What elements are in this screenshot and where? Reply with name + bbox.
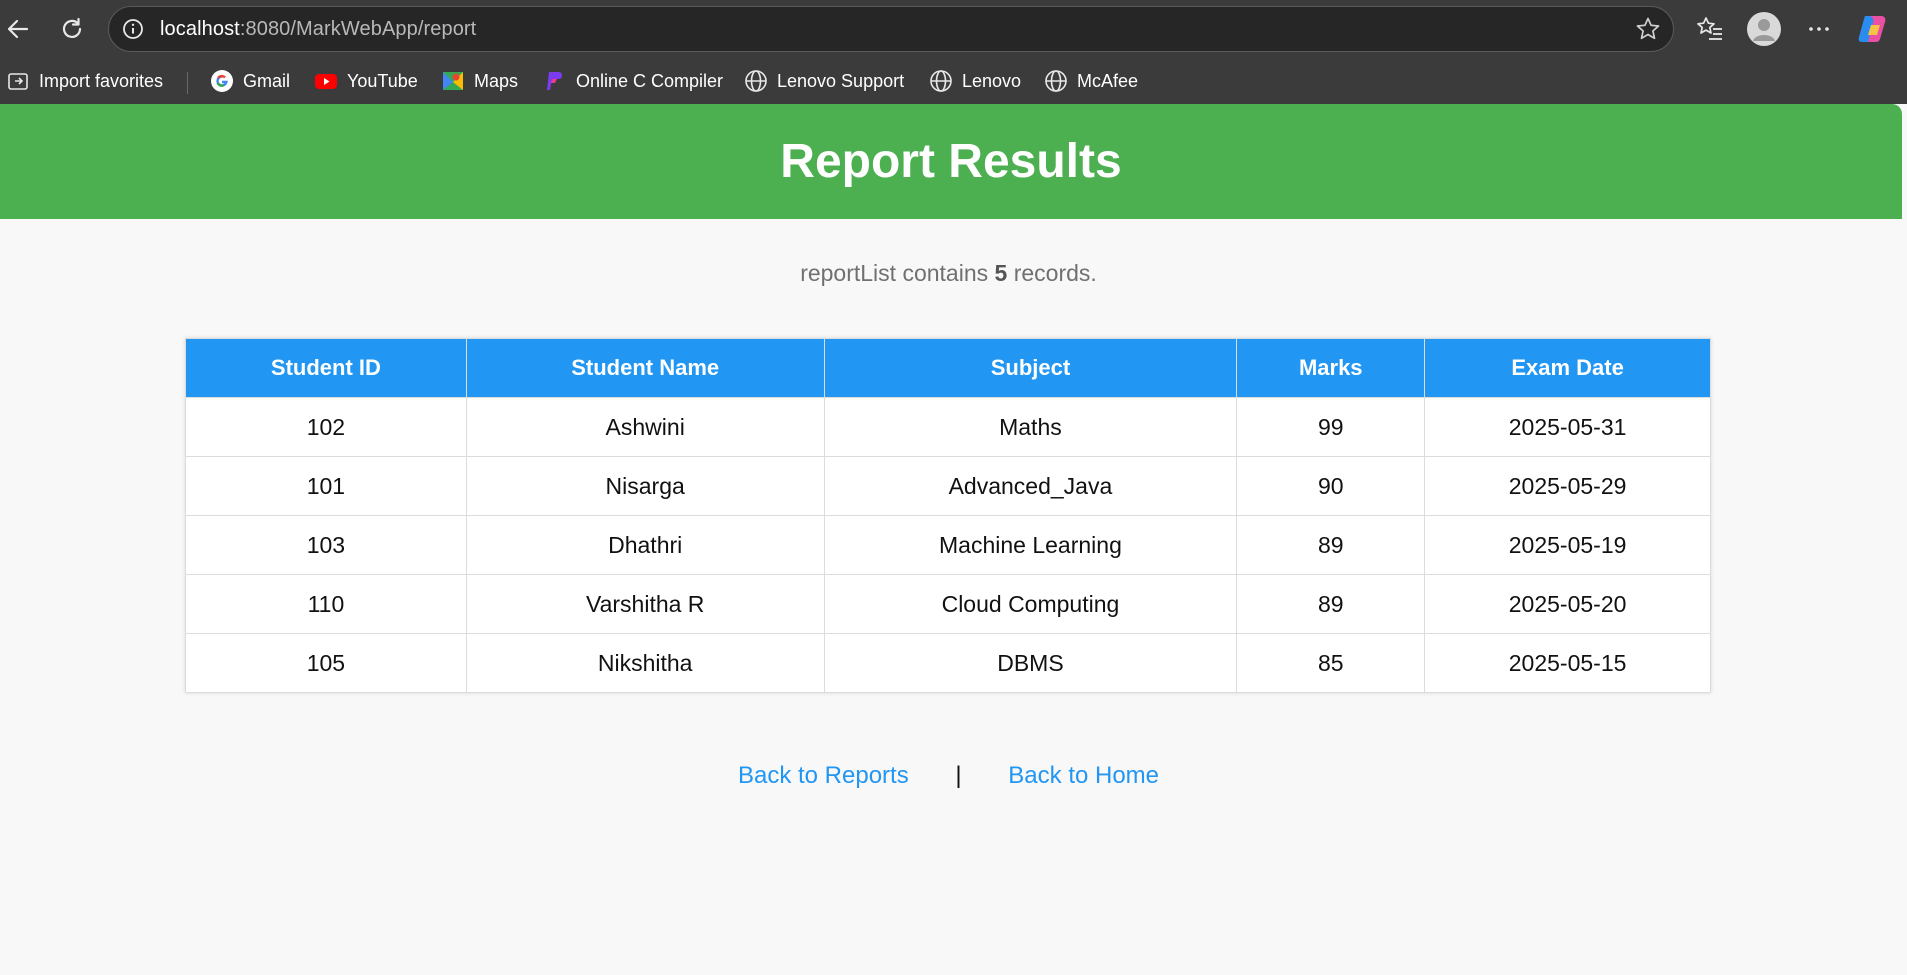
bookmark-separator	[187, 72, 188, 94]
cell-student-name: Ashwini	[465, 397, 825, 457]
globe-icon	[744, 69, 768, 93]
site-info-icon[interactable]	[121, 17, 145, 41]
google-icon	[210, 69, 234, 93]
cell-marks: 85	[1236, 633, 1426, 693]
back-button[interactable]	[0, 11, 36, 47]
bookmark-gmail[interactable]: Gmail	[210, 66, 290, 96]
cell-marks: 89	[1236, 574, 1426, 634]
cell-marks: 89	[1236, 515, 1426, 575]
cell-subject: DBMS	[823, 633, 1238, 693]
url-host: localhost	[160, 18, 240, 40]
bookmark-lenovo-support[interactable]: Lenovo Support	[744, 66, 904, 96]
address-bar[interactable]: localhost:8080/MarkWebApp/report	[108, 6, 1674, 52]
copilot-icon	[1858, 16, 1886, 42]
bookmark-mcafee[interactable]: McAfee	[1044, 66, 1138, 96]
cell-exam-date: 2025-05-20	[1424, 574, 1711, 634]
cell-student-id: 102	[185, 397, 467, 457]
bookmark-label: Gmail	[243, 70, 291, 91]
reload-button[interactable]	[54, 11, 90, 47]
summary-prefix: reportList contains	[800, 260, 989, 286]
browser-chrome: localhost:8080/MarkWebApp/report Import …	[0, 0, 1907, 104]
arrow-left-icon	[7, 19, 29, 39]
bookmark-online-c-compiler[interactable]: Online C Compiler	[543, 66, 723, 96]
cell-subject: Machine Learning	[823, 515, 1238, 575]
bookmark-youtube[interactable]: YouTube	[314, 66, 418, 96]
favorites-icon	[1697, 17, 1722, 40]
link-separator: |	[955, 762, 962, 789]
star-icon	[1636, 17, 1660, 40]
bookmark-label: Import favorites	[39, 70, 164, 91]
table-row: 102 Ashwini Maths 99 2025-05-31	[185, 397, 1711, 457]
column-header-exam-date: Exam Date	[1424, 338, 1711, 398]
ellipsis-icon	[1809, 27, 1829, 31]
bookmark-label: Lenovo	[962, 70, 1022, 91]
cell-exam-date: 2025-05-31	[1424, 397, 1711, 457]
bookmarks-bar: Import favorites Gmail YouTube Maps Onli…	[0, 58, 1907, 104]
back-to-home-link[interactable]: Back to Home	[1008, 762, 1159, 789]
globe-icon	[1044, 69, 1068, 93]
footer-links: Back to Reports | Back to Home	[0, 762, 1897, 790]
table-row: 103 Dhathri Machine Learning 89 2025-05-…	[185, 515, 1711, 575]
avatar-icon	[1747, 12, 1781, 46]
record-count: 5	[994, 260, 1008, 286]
copilot-button[interactable]	[1855, 12, 1889, 46]
cell-marks: 99	[1236, 397, 1426, 457]
bookmark-label: Maps	[474, 70, 519, 91]
maps-icon	[441, 69, 465, 93]
cell-student-id: 110	[185, 574, 467, 634]
url-path: :8080/MarkWebApp/report	[239, 18, 477, 40]
cell-student-id: 101	[185, 456, 467, 516]
more-options-button[interactable]	[1802, 12, 1836, 46]
cell-subject: Advanced_Java	[823, 456, 1238, 516]
cell-subject: Maths	[823, 397, 1238, 457]
bookmark-lenovo[interactable]: Lenovo	[929, 66, 1021, 96]
summary-suffix: records.	[1013, 260, 1097, 286]
page-title: Report Results	[780, 134, 1122, 188]
url-text[interactable]: localhost:8080/MarkWebApp/report	[160, 7, 476, 51]
cell-exam-date: 2025-05-19	[1424, 515, 1711, 575]
column-header-marks: Marks	[1236, 338, 1426, 398]
youtube-icon	[314, 69, 338, 93]
profile-button[interactable]	[1747, 12, 1781, 46]
table-header-row: Student ID Student Name Subject Marks Ex…	[185, 338, 1711, 398]
cell-student-name: Nikshitha	[465, 633, 825, 693]
cell-student-name: Varshitha R	[465, 574, 825, 634]
bookmark-label: McAfee	[1077, 70, 1139, 91]
cell-student-name: Dhathri	[465, 515, 825, 575]
bookmark-label: Lenovo Support	[777, 70, 905, 91]
add-favorite-button[interactable]	[1635, 16, 1661, 42]
column-header-student-id: Student ID	[185, 338, 467, 398]
globe-icon	[929, 69, 953, 93]
table-row: 105 Nikshitha DBMS 85 2025-05-15	[185, 633, 1711, 693]
cell-student-id: 105	[185, 633, 467, 693]
table-row: 101 Nisarga Advanced_Java 90 2025-05-29	[185, 456, 1711, 516]
bookmark-label: YouTube	[347, 70, 418, 91]
page-content: Report Results reportList contains 5 rec…	[0, 104, 1907, 975]
column-header-student-name: Student Name	[465, 338, 825, 398]
bookmark-maps[interactable]: Maps	[441, 66, 518, 96]
bookmark-label: Online C Compiler	[576, 70, 724, 91]
record-summary: reportList contains 5 records.	[0, 260, 1897, 287]
compiler-icon	[543, 69, 567, 93]
bookmark-import-favorites[interactable]: Import favorites	[6, 66, 163, 96]
cell-marks: 90	[1236, 456, 1426, 516]
cell-exam-date: 2025-05-29	[1424, 456, 1711, 516]
report-table: Student ID Student Name Subject Marks Ex…	[185, 338, 1711, 693]
column-header-subject: Subject	[823, 338, 1238, 398]
cell-exam-date: 2025-05-15	[1424, 633, 1711, 693]
browser-toolbar: localhost:8080/MarkWebApp/report	[0, 0, 1907, 58]
table-row: 110 Varshitha R Cloud Computing 89 2025-…	[185, 574, 1711, 634]
reload-icon	[62, 17, 82, 38]
favorites-button[interactable]	[1693, 12, 1727, 46]
cell-student-id: 103	[185, 515, 467, 575]
page-header: Report Results	[0, 104, 1902, 219]
import-favorites-icon	[6, 69, 30, 93]
cell-student-name: Nisarga	[465, 456, 825, 516]
cell-subject: Cloud Computing	[823, 574, 1238, 634]
back-to-reports-link[interactable]: Back to Reports	[738, 762, 909, 789]
